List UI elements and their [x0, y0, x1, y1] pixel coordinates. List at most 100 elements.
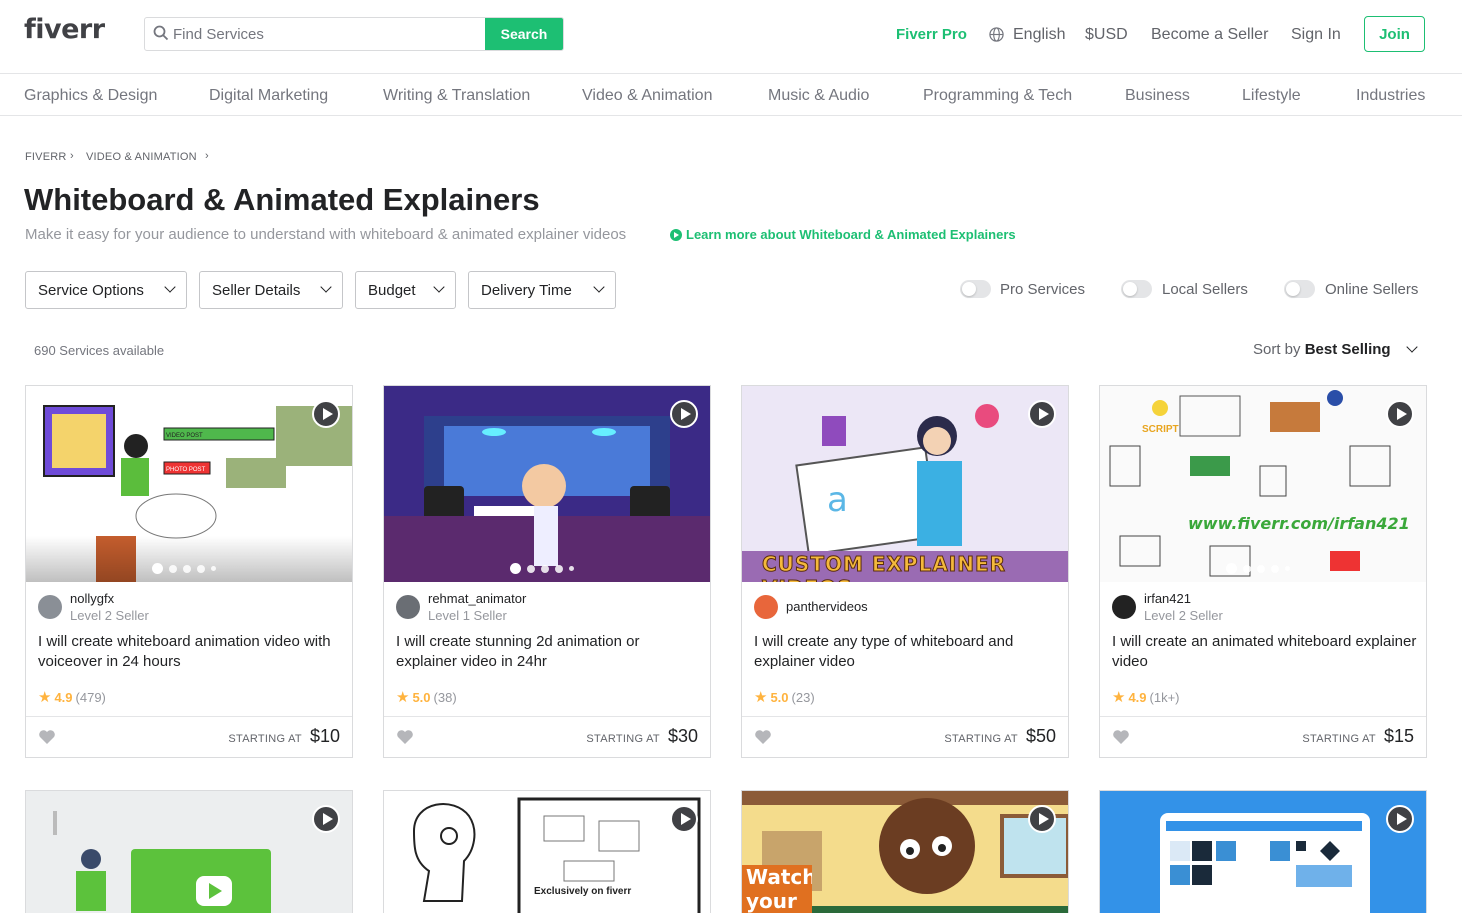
gig-card[interactable]: [1099, 790, 1427, 913]
play-icon[interactable]: [312, 400, 340, 428]
category-digital-marketing[interactable]: Digital Marketing: [209, 87, 328, 105]
avatar[interactable]: [1112, 595, 1136, 619]
language-selector[interactable]: English: [1013, 26, 1065, 44]
gig-footer: STARTING AT $50: [742, 716, 1068, 758]
breadcrumb-video-animation[interactable]: VIDEO & ANIMATION: [86, 151, 197, 163]
gig-card[interactable]: Exclusively on fiverr: [383, 790, 711, 913]
top-header: fiverr Search Fiverr Pro English $USD Be…: [0, 0, 1462, 74]
gig-card[interactable]: rehmat_animator Level 1 Seller I will cr…: [383, 385, 711, 758]
gig-title[interactable]: I will create stunning 2d animation or e…: [396, 632, 701, 672]
star-icon: ★: [754, 689, 768, 706]
avatar[interactable]: [38, 595, 62, 619]
gig-title[interactable]: I will create an animated whiteboard exp…: [1112, 632, 1417, 672]
filter-label: Budget: [368, 281, 416, 299]
gig-price: $15: [1383, 726, 1414, 746]
carousel-dots[interactable]: [510, 563, 574, 574]
play-circle-icon: [670, 228, 682, 241]
category-music-audio[interactable]: Music & Audio: [768, 87, 869, 105]
seller-name[interactable]: panthervideos: [786, 599, 868, 614]
currency-selector[interactable]: $USD: [1085, 26, 1128, 44]
gig-card[interactable]: VIDEO POST PHOTO POST nollygfx Level 2 S…: [25, 385, 353, 758]
star-icon: ★: [1112, 689, 1126, 706]
avatar[interactable]: [396, 595, 420, 619]
rating-value: 4.9: [54, 689, 73, 705]
category-writing-translation[interactable]: Writing & Translation: [383, 87, 530, 105]
thumbnail-caption: CUSTOM EXPLAINER VIDEOS: [762, 552, 1007, 583]
category-industries[interactable]: Industries: [1356, 87, 1425, 105]
play-icon[interactable]: [670, 805, 698, 833]
search-input[interactable]: [173, 18, 493, 50]
starting-at-label: STARTING AT: [228, 733, 302, 745]
fiverr-logo[interactable]: fiverr: [24, 14, 105, 45]
chevron-right-icon: ›: [205, 150, 209, 162]
filter-service-options[interactable]: Service Options: [25, 271, 187, 309]
join-button[interactable]: Join: [1364, 16, 1425, 52]
gig-thumbnail[interactable]: SCRIPT www.fiverr.com/irfan421: [1100, 386, 1426, 582]
gig-rating: ★ 5.0 (23): [754, 688, 815, 706]
filter-seller-details[interactable]: Seller Details: [199, 271, 343, 309]
gig-card[interactable]: a CUSTOM EXPLAINER VIDEOS panthervideos …: [741, 385, 1069, 758]
category-programming-tech[interactable]: Programming & Tech: [923, 87, 1072, 105]
heart-icon[interactable]: [1112, 729, 1130, 745]
avatar[interactable]: [754, 595, 778, 619]
gig-card[interactable]: [25, 790, 353, 913]
review-count: (38): [433, 689, 457, 705]
gig-footer: STARTING AT $30: [384, 716, 710, 758]
category-graphics-design[interactable]: Graphics & Design: [24, 87, 157, 105]
play-icon[interactable]: [1386, 400, 1414, 428]
gig-price: $50: [1025, 726, 1056, 746]
fiverr-pro-link[interactable]: Fiverr Pro: [896, 26, 967, 43]
category-video-animation[interactable]: Video & Animation: [582, 87, 712, 105]
gig-title[interactable]: I will create whiteboard animation video…: [38, 632, 343, 672]
category-lifestyle[interactable]: Lifestyle: [1242, 87, 1301, 105]
heart-icon[interactable]: [38, 729, 56, 745]
seller-name[interactable]: nollygfx: [70, 591, 114, 606]
gig-thumbnail[interactable]: [26, 791, 352, 913]
carousel-dots[interactable]: [1226, 563, 1290, 574]
globe-icon: [989, 27, 1004, 42]
become-seller-link[interactable]: Become a Seller: [1151, 26, 1268, 44]
toggle-label: Pro Services: [1000, 281, 1086, 298]
chevron-down-icon[interactable]: [1406, 341, 1418, 353]
play-icon[interactable]: [1028, 400, 1056, 428]
toggle-local-sellers[interactable]: [1121, 280, 1152, 298]
sort-label: Sort by: [1253, 341, 1301, 358]
learn-more-link[interactable]: Learn more about Whiteboard & Animated E…: [670, 227, 1016, 242]
sign-in-link[interactable]: Sign In: [1291, 26, 1341, 44]
starting-at-label: STARTING AT: [944, 733, 1018, 745]
gig-thumbnail[interactable]: [384, 386, 710, 582]
toggle-pro-services[interactable]: [960, 280, 991, 298]
gig-thumbnail[interactable]: [1100, 791, 1426, 913]
play-icon[interactable]: [1386, 805, 1414, 833]
gig-card[interactable]: Watch your sales: [741, 790, 1069, 913]
carousel-dots[interactable]: [152, 563, 216, 574]
thumbnail-caption: www.fiverr.com/irfan421: [1188, 514, 1410, 533]
gig-thumbnail[interactable]: VIDEO POST PHOTO POST: [26, 386, 352, 582]
play-icon[interactable]: [670, 400, 698, 428]
search-button[interactable]: Search: [485, 18, 563, 50]
heart-icon[interactable]: [396, 729, 414, 745]
gig-rating: ★ 5.0 (38): [396, 688, 457, 706]
gig-title[interactable]: I will create any type of whiteboard and…: [754, 632, 1059, 672]
toggle-label: Local Sellers: [1162, 281, 1248, 298]
play-icon[interactable]: [1028, 805, 1056, 833]
seller-name[interactable]: irfan421: [1144, 591, 1191, 606]
gig-price: $30: [667, 726, 698, 746]
category-business[interactable]: Business: [1125, 87, 1190, 105]
sort-dropdown[interactable]: Sort by Best Selling: [1253, 341, 1391, 358]
breadcrumb-fiverr[interactable]: FIVERR: [25, 151, 67, 163]
gig-price: $10: [309, 726, 340, 746]
gig-card[interactable]: SCRIPT www.fiverr.com/irfan421 irfan421 …: [1099, 385, 1427, 758]
gig-thumbnail[interactable]: a CUSTOM EXPLAINER VIDEOS: [742, 386, 1068, 582]
seller-level: Level 2 Seller: [70, 608, 149, 623]
filter-budget[interactable]: Budget: [355, 271, 456, 309]
heart-icon[interactable]: [754, 729, 772, 745]
search-bar: Search: [144, 17, 564, 51]
toggle-label: Online Sellers: [1325, 281, 1419, 298]
seller-name[interactable]: rehmat_animator: [428, 591, 526, 606]
toggle-online-sellers[interactable]: [1284, 280, 1315, 298]
filter-delivery-time[interactable]: Delivery Time: [468, 271, 616, 309]
starting-at-label: STARTING AT: [586, 733, 660, 745]
star-icon: ★: [38, 689, 52, 706]
play-icon[interactable]: [312, 805, 340, 833]
